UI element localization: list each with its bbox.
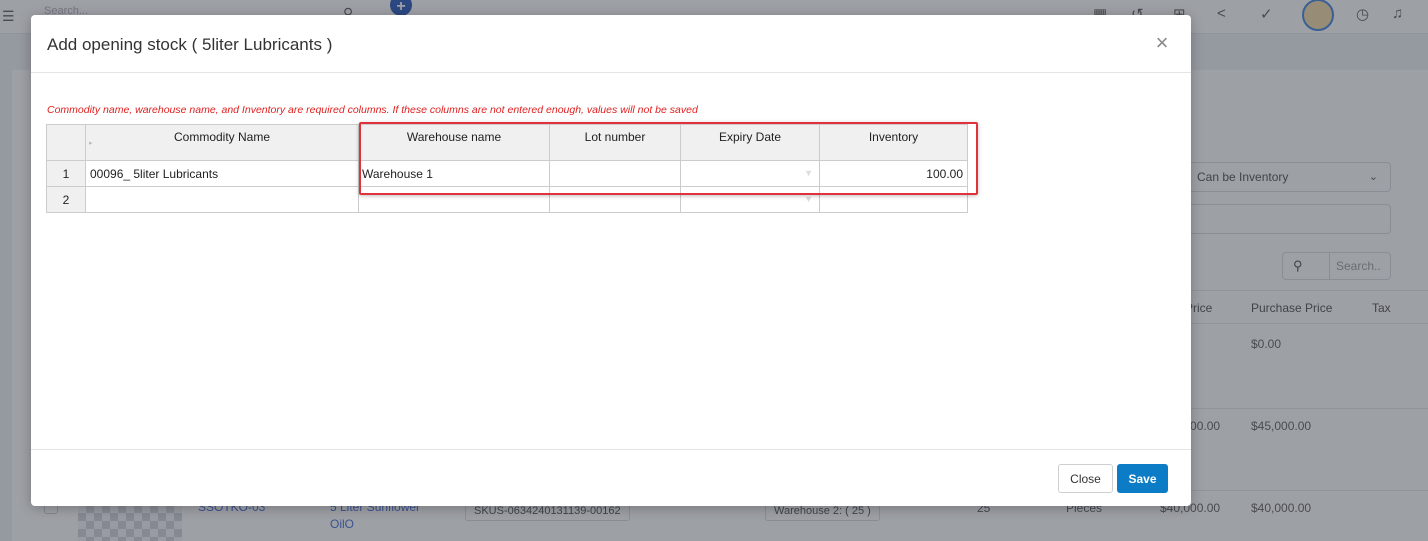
warehouse-name-cell[interactable] [358, 186, 550, 213]
modal-header: Add opening stock ( 5liter Lubricants ) … [31, 15, 1191, 73]
column-header-expiry-date[interactable]: Expiry Date [680, 124, 820, 161]
required-columns-warning: Commodity name, warehouse name, and Inve… [47, 104, 698, 116]
column-header-inventory[interactable]: Inventory [819, 124, 968, 161]
add-opening-stock-modal: Add opening stock ( 5liter Lubricants ) … [31, 15, 1191, 506]
dropdown-arrow-icon[interactable]: ▼ [804, 168, 813, 178]
save-button[interactable]: Save [1117, 464, 1168, 493]
expiry-date-cell[interactable]: ▼ [680, 186, 820, 213]
modal-footer: Close Save [31, 449, 1191, 506]
grid-corner-cell[interactable] [46, 124, 86, 161]
row-number[interactable]: 1 [46, 160, 86, 187]
lot-number-cell[interactable] [549, 186, 681, 213]
row-number[interactable]: 2 [46, 186, 86, 213]
column-header-warehouse-name[interactable]: Warehouse name [358, 124, 550, 161]
expiry-date-cell[interactable]: ▼ [680, 160, 820, 187]
column-header-commodity-name[interactable]: ▸ Commodity Name [85, 124, 359, 161]
warehouse-name-cell[interactable]: Warehouse 1 [358, 160, 550, 187]
close-icon[interactable]: × [1152, 31, 1172, 55]
lot-number-cell[interactable] [549, 160, 681, 187]
grid-row: 2 ▼ [46, 186, 968, 213]
filter-arrow-icon: ▸ [89, 140, 93, 147]
inventory-cell[interactable]: 100.00 [819, 160, 968, 187]
dropdown-arrow-icon[interactable]: ▼ [804, 194, 813, 204]
close-button[interactable]: Close [1058, 464, 1113, 493]
commodity-name-cell[interactable]: 00096_ 5liter Lubricants [85, 160, 359, 187]
grid-row: 1 00096_ 5liter Lubricants Warehouse 1 ▼… [46, 160, 968, 187]
column-header-lot-number[interactable]: Lot number [549, 124, 681, 161]
opening-stock-grid: ▸ Commodity Name Warehouse name Lot numbe… [46, 124, 968, 213]
inventory-cell[interactable] [819, 186, 968, 213]
commodity-name-cell[interactable] [85, 186, 359, 213]
modal-title: Add opening stock ( 5liter Lubricants ) [47, 35, 333, 54]
